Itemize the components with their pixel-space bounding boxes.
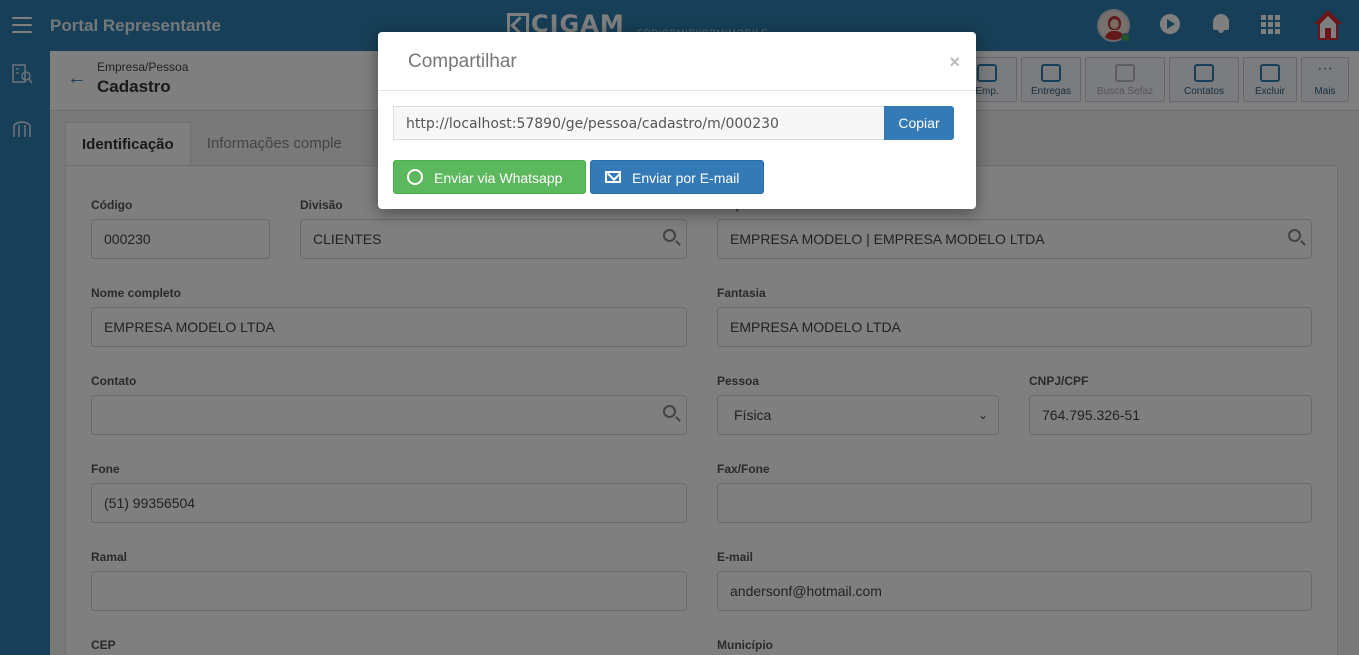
divider bbox=[378, 90, 976, 91]
whatsapp-label: Enviar via Whatsapp bbox=[434, 170, 563, 186]
modal-title: Compartilhar bbox=[408, 51, 517, 72]
email-label: Enviar por E-mail bbox=[632, 170, 740, 186]
copy-button[interactable]: Copiar bbox=[884, 106, 954, 140]
close-icon[interactable]: × bbox=[949, 52, 960, 73]
whatsapp-icon bbox=[407, 169, 423, 185]
share-modal: Compartilhar × http://localhost:57890/ge… bbox=[378, 32, 976, 209]
email-button[interactable]: Enviar por E-mail bbox=[590, 160, 764, 194]
mail-icon bbox=[605, 171, 621, 183]
share-url-input[interactable]: http://localhost:57890/ge/pessoa/cadastr… bbox=[393, 106, 885, 140]
whatsapp-button[interactable]: Enviar via Whatsapp bbox=[393, 160, 586, 194]
